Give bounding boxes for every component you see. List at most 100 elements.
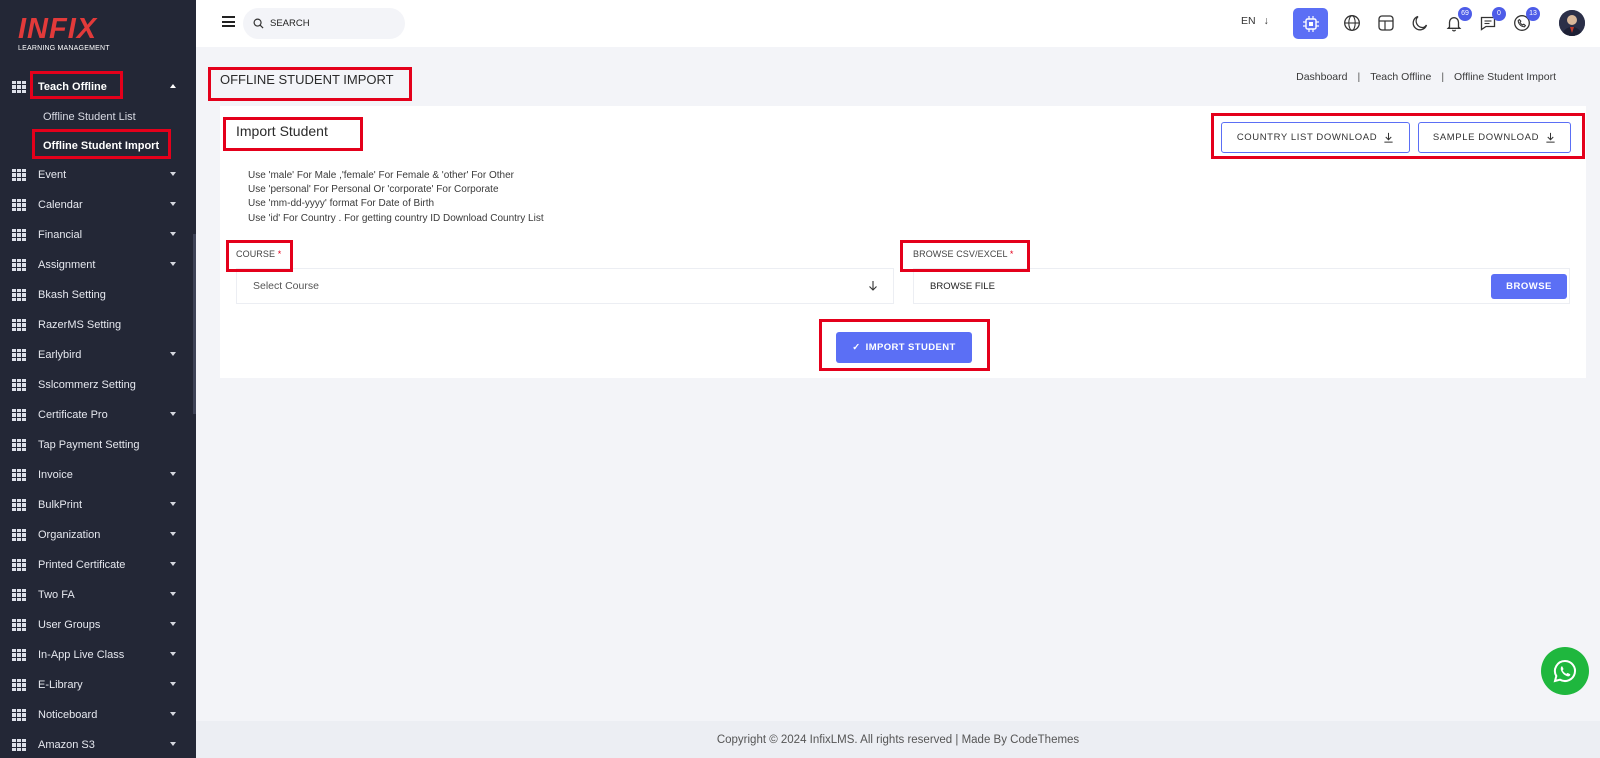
sidebar-item-label: User Groups xyxy=(38,619,101,631)
sidebar: INFIX LEARNING MANAGEMENT Teach Offline … xyxy=(0,0,196,758)
sidebar-item-noticeboard[interactable]: Noticeboard xyxy=(0,700,196,730)
search-placeholder: SEARCH xyxy=(270,18,310,29)
arrow-down-icon: ↓ xyxy=(1263,15,1269,27)
grid-icon xyxy=(12,439,26,451)
caret-down-icon xyxy=(170,262,176,266)
copyright-text: Copyright © 2024 InfixLMS. All rights re… xyxy=(716,733,1080,746)
sidebar-item-user-groups[interactable]: User Groups xyxy=(0,610,196,640)
download-icon xyxy=(1384,132,1393,143)
chip-button[interactable] xyxy=(1293,8,1328,39)
grid-icon xyxy=(12,379,26,391)
sidebar-subitem-offline-student-list[interactable]: Offline Student List xyxy=(0,102,196,131)
notifications-button[interactable]: 69 xyxy=(1443,7,1472,34)
grid-icon xyxy=(12,499,26,511)
sidebar-item-label: Noticeboard xyxy=(38,709,98,721)
caret-down-icon xyxy=(170,682,176,686)
import-instructions: Use 'male' For Male ,'female' For Female… xyxy=(248,169,544,226)
grid-icon xyxy=(12,259,26,271)
sidebar-item-teach-offline[interactable]: Teach Offline xyxy=(0,72,196,102)
sidebar-item-e-library[interactable]: E-Library xyxy=(0,670,196,700)
course-select-placeholder: Select Course xyxy=(253,280,319,292)
course-label: COURSE * xyxy=(236,249,281,259)
grid-icon xyxy=(12,589,26,601)
language-selector[interactable]: EN ↓ xyxy=(1241,15,1269,27)
grid-icon xyxy=(12,409,26,421)
sidebar-item-organization[interactable]: Organization xyxy=(0,520,196,550)
breadcrumb-dashboard[interactable]: Dashboard xyxy=(1296,71,1347,83)
layout-button[interactable] xyxy=(1375,12,1397,34)
grid-icon xyxy=(12,529,26,541)
sidebar-scrollbar[interactable] xyxy=(193,234,196,414)
sidebar-item-printed-certificate[interactable]: Printed Certificate xyxy=(0,550,196,580)
sidebar-item-label: Financial xyxy=(38,229,83,241)
sidebar-item-razerms-setting[interactable]: RazerMS Setting xyxy=(0,310,196,340)
sidebar-menu: Teach Offline Offline Student List Offli… xyxy=(0,72,196,758)
breadcrumb-separator: | xyxy=(1357,71,1361,83)
sidebar-item-bulkprint[interactable]: BulkPrint xyxy=(0,490,196,520)
sidebar-item-certificate-pro[interactable]: Certificate Pro xyxy=(0,400,196,430)
sidebar-item-label: Tap Payment Setting xyxy=(38,439,140,451)
grid-icon xyxy=(12,349,26,361)
messages-button[interactable]: 0 xyxy=(1477,7,1506,34)
caret-down-icon xyxy=(170,412,176,416)
course-select[interactable]: Select Course xyxy=(236,268,894,304)
search-icon xyxy=(253,18,264,29)
whatsapp-button[interactable] xyxy=(1541,647,1589,695)
country-list-download-button[interactable]: COUNTRY LIST DOWNLOAD xyxy=(1221,122,1410,153)
button-label: SAMPLE DOWNLOAD xyxy=(1432,132,1540,143)
caret-down-icon xyxy=(170,592,176,596)
sidebar-item-label: Amazon S3 xyxy=(38,739,95,751)
course-label-text: COURSE xyxy=(236,249,276,259)
sidebar-item-amazon-s3[interactable]: Amazon S3 xyxy=(0,730,196,758)
instruction-line: Use 'id' For Country . For getting count… xyxy=(248,212,544,224)
calls-badge: 13 xyxy=(1526,7,1540,21)
caret-down-icon xyxy=(170,652,176,656)
import-student-button[interactable]: ✓ IMPORT STUDENT xyxy=(836,332,972,363)
search-input[interactable]: SEARCH xyxy=(243,8,405,39)
sample-download-button[interactable]: SAMPLE DOWNLOAD xyxy=(1418,122,1571,153)
notification-badge: 69 xyxy=(1458,7,1472,21)
sidebar-item-label: Printed Certificate xyxy=(38,559,126,571)
dark-mode-button[interactable] xyxy=(1409,12,1431,34)
grid-icon xyxy=(12,679,26,691)
menu-icon[interactable] xyxy=(222,16,235,27)
sidebar-subitem-offline-student-import[interactable]: Offline Student Import xyxy=(0,131,196,160)
breadcrumb-separator: | xyxy=(1441,71,1445,83)
download-icon xyxy=(1546,132,1555,143)
globe-button[interactable] xyxy=(1341,12,1363,34)
grid-icon xyxy=(12,81,26,93)
sidebar-item-financial[interactable]: Financial xyxy=(0,220,196,250)
sidebar-item-label: RazerMS Setting xyxy=(38,319,122,331)
topbar: SEARCH EN ↓ 69 0 13 xyxy=(196,0,1600,47)
sidebar-item-earlybird[interactable]: Earlybird xyxy=(0,340,196,370)
sidebar-item-event[interactable]: Event xyxy=(0,160,196,190)
chip-icon xyxy=(1302,15,1319,32)
messages-badge: 0 xyxy=(1492,7,1506,21)
sidebar-item-sslcommerz-setting[interactable]: Sslcommerz Setting xyxy=(0,370,196,400)
footer: Copyright © 2024 InfixLMS. All rights re… xyxy=(196,721,1600,758)
sidebar-item-calendar[interactable]: Calendar xyxy=(0,190,196,220)
file-label-text: BROWSE CSV/EXCEL xyxy=(913,249,1008,259)
file-label: BROWSE CSV/EXCEL * xyxy=(913,249,1014,259)
sidebar-item-label: Organization xyxy=(38,529,101,541)
sidebar-item-label: Certificate Pro xyxy=(38,409,108,421)
grid-icon xyxy=(12,709,26,721)
user-avatar-icon xyxy=(1559,10,1585,36)
sidebar-item-bkash-setting[interactable]: Bkash Setting xyxy=(0,280,196,310)
sidebar-item-in-app-live-class[interactable]: In-App Live Class xyxy=(0,640,196,670)
calls-button[interactable]: 13 xyxy=(1511,7,1540,34)
sidebar-item-label: Calendar xyxy=(38,199,83,211)
breadcrumb-current: Offline Student Import xyxy=(1454,71,1556,83)
grid-icon xyxy=(12,619,26,631)
brand-logo[interactable]: INFIX LEARNING MANAGEMENT xyxy=(18,14,110,52)
required-mark: * xyxy=(277,249,282,259)
browse-button[interactable]: BROWSE xyxy=(1491,274,1567,299)
sidebar-item-two-fa[interactable]: Two FA xyxy=(0,580,196,610)
avatar[interactable] xyxy=(1559,10,1585,36)
sidebar-item-assignment[interactable]: Assignment xyxy=(0,250,196,280)
breadcrumb-teach-offline[interactable]: Teach Offline xyxy=(1370,71,1431,83)
file-input[interactable]: BROWSE FILE BROWSE xyxy=(913,268,1570,304)
sidebar-item-invoice[interactable]: Invoice xyxy=(0,460,196,490)
caret-down-icon xyxy=(170,502,176,506)
sidebar-item-tap-payment-setting[interactable]: Tap Payment Setting xyxy=(0,430,196,460)
